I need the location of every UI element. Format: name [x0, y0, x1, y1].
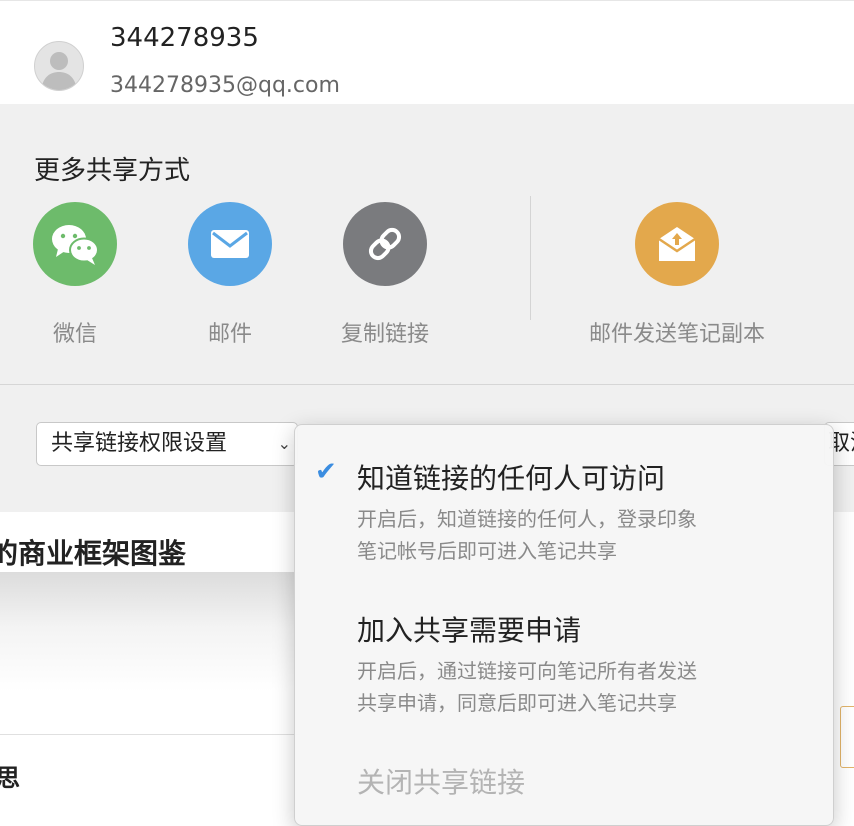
menu-item-description: 开启后，通过链接可向笔记所有者发送 共享申请，同意后即可进入笔记共享 — [357, 655, 797, 719]
share-mail-copy-button[interactable]: 邮件发送笔记副本 — [546, 202, 808, 348]
user-name: 344278935 — [110, 23, 259, 53]
menu-item-require-request[interactable]: 加入共享需要申请 开启后，通过链接可向笔记所有者发送 共享申请，同意后即可进入笔… — [295, 609, 833, 721]
share-permission-select[interactable]: 共享链接权限设置 ⌄ — [36, 422, 298, 466]
link-icon — [343, 202, 427, 286]
share-panel-title: 更多共享方式 — [34, 156, 191, 186]
wechat-label: 微信 — [52, 322, 97, 347]
panel-divider — [0, 384, 854, 385]
note-divider — [0, 734, 300, 735]
note-content-area — [0, 572, 300, 732]
share-mail-button[interactable]: 邮件 — [165, 202, 295, 348]
menu-item-close-link[interactable]: 关闭共享链接 — [295, 761, 833, 811]
menu-item-description-line: 笔记帐号后即可进入笔记共享 — [357, 539, 617, 563]
mail-copy-icon — [635, 202, 719, 286]
avatar — [34, 41, 84, 91]
copy-link-label: 复制链接 — [340, 322, 429, 347]
checkmark-icon: ✔ — [315, 457, 337, 487]
menu-item-anyone-with-link[interactable]: ✔ 知道链接的任何人可访问 开启后，知道链接的任何人，登录印象 笔记帐号后即可进… — [295, 457, 833, 569]
menu-item-title: 知道链接的任何人可访问 — [357, 462, 666, 495]
menu-item-description-line: 开启后，知道链接的任何人，登录印象 — [357, 507, 697, 531]
mail-copy-label: 邮件发送笔记副本 — [588, 322, 765, 347]
wechat-icon — [33, 202, 117, 286]
mail-icon — [188, 202, 272, 286]
note-text-fragment: 思 — [0, 764, 20, 792]
chevron-down-icon: ⌄ — [277, 434, 291, 453]
menu-item-title: 关闭共享链接 — [357, 766, 526, 799]
note-title: 的商业框架图鉴 — [0, 537, 187, 570]
share-wechat-button[interactable]: 微信 — [10, 202, 140, 348]
user-row: 344278935 344278935@qq.com — [0, 0, 854, 105]
user-email: 344278935@qq.com — [110, 73, 340, 98]
menu-item-description: 开启后，知道链接的任何人，登录印象 笔记帐号后即可进入笔记共享 — [357, 503, 797, 567]
share-permission-dropdown: ✔ 知道链接的任何人可访问 开启后，知道链接的任何人，登录印象 笔记帐号后即可进… — [294, 424, 834, 826]
share-copy-link-button[interactable]: 复制链接 — [320, 202, 450, 348]
menu-item-description-line: 共享申请，同意后即可进入笔记共享 — [357, 691, 677, 715]
mail-label: 邮件 — [207, 322, 252, 347]
side-tab[interactable] — [840, 706, 854, 768]
share-permission-label: 共享链接权限设置 — [51, 431, 228, 456]
menu-item-title: 加入共享需要申请 — [357, 614, 582, 647]
share-divider — [530, 196, 531, 320]
menu-item-description-line: 开启后，通过链接可向笔记所有者发送 — [357, 659, 697, 683]
user-silhouette-icon — [41, 52, 77, 90]
